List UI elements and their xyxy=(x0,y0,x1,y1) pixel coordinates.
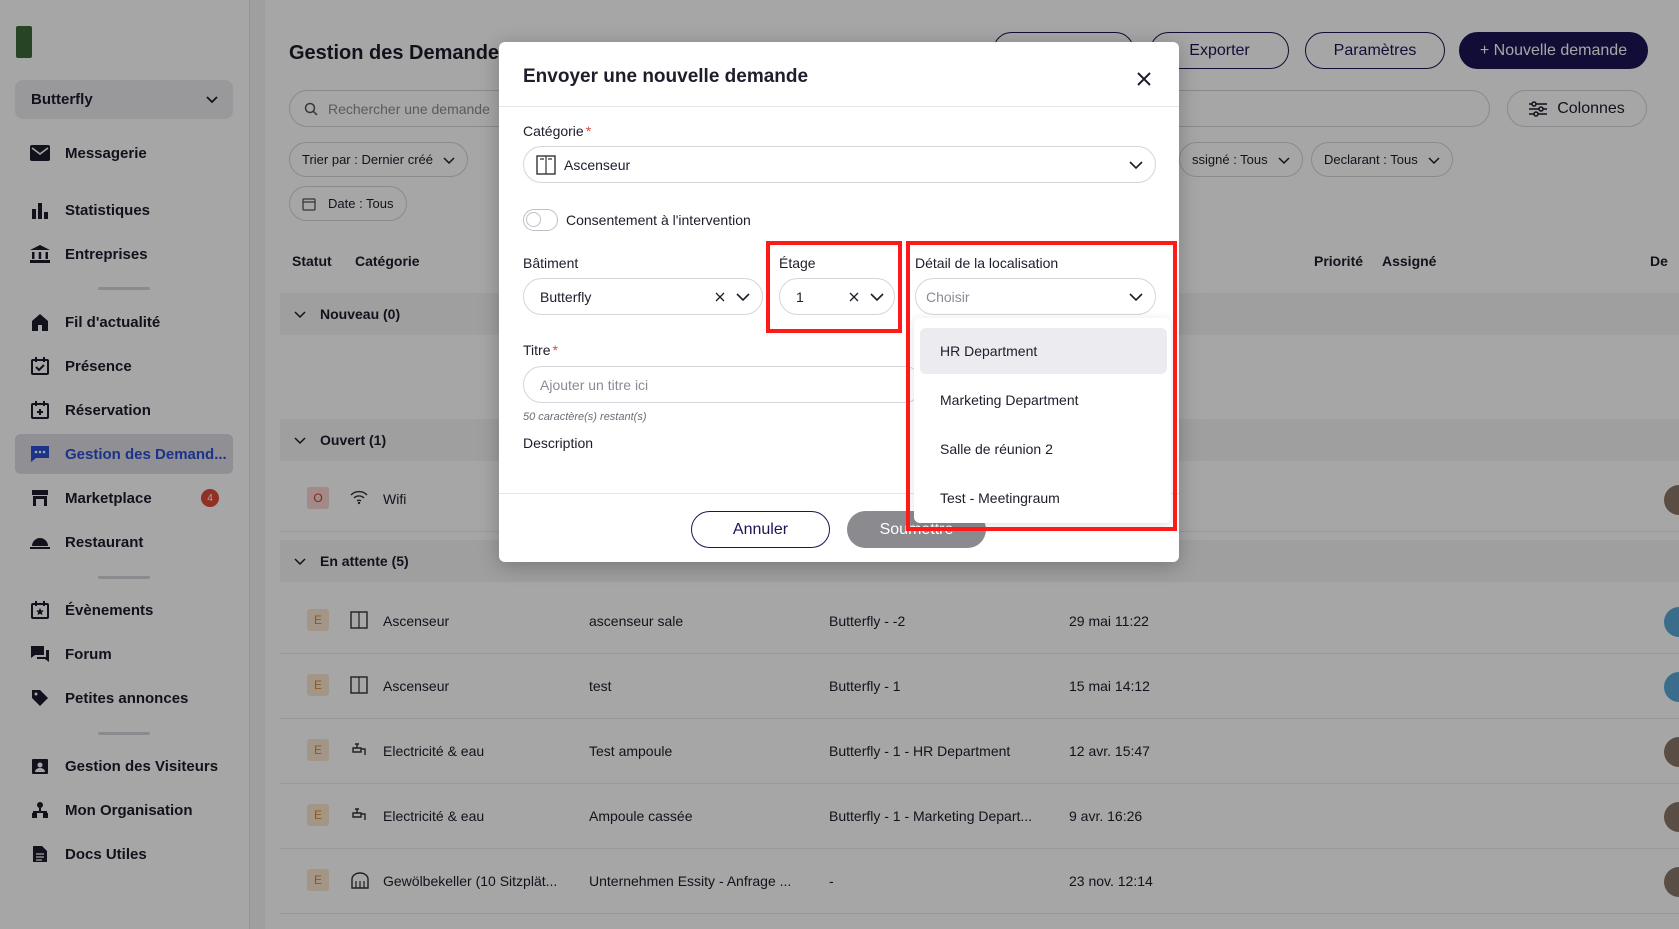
categorie-value: Ascenseur xyxy=(564,156,631,173)
batiment-label: Bâtiment xyxy=(523,255,579,271)
localisation-dropdown: HR Department Marketing Department Salle… xyxy=(914,318,1171,523)
option-marketing-department[interactable]: Marketing Department xyxy=(920,377,1167,423)
elevator-icon xyxy=(536,154,556,175)
batiment-value: Butterfly xyxy=(540,288,592,305)
divider xyxy=(499,106,1179,107)
modal-title: Envoyer une nouvelle demande xyxy=(523,66,809,87)
chevron-down-icon xyxy=(870,290,884,304)
option-hr-department[interactable]: HR Department xyxy=(920,328,1167,374)
chevron-down-icon xyxy=(736,290,750,304)
clear-icon[interactable] xyxy=(714,291,726,303)
chevron-down-icon xyxy=(1129,290,1143,304)
titre-label: Titre * xyxy=(523,342,558,358)
cancel-button[interactable]: Annuler xyxy=(691,511,830,548)
categorie-select[interactable]: Ascenseur xyxy=(523,146,1156,183)
consent-label: Consentement à l'intervention xyxy=(566,212,751,228)
detail-select[interactable]: Choisir xyxy=(915,278,1156,315)
categorie-label: Catégorie * xyxy=(523,123,592,139)
batiment-select[interactable]: Butterfly xyxy=(523,278,763,315)
option-salle-reunion-2[interactable]: Salle de réunion 2 xyxy=(920,426,1167,472)
close-icon[interactable] xyxy=(1133,68,1155,90)
chevron-down-icon xyxy=(1129,158,1143,172)
categorie-label-text: Catégorie xyxy=(523,123,584,139)
titre-char-count: 50 caractère(s) restant(s) xyxy=(523,411,647,423)
etage-select[interactable]: 1 xyxy=(779,278,895,315)
titre-label-text: Titre xyxy=(523,342,551,358)
clear-icon[interactable] xyxy=(848,291,860,303)
detail-label: Détail de la localisation xyxy=(915,255,1059,271)
titre-placeholder: Ajouter un titre ici xyxy=(540,376,649,393)
titre-input[interactable]: Ajouter un titre ici xyxy=(523,366,923,403)
detail-placeholder: Choisir xyxy=(926,288,970,305)
consent-toggle[interactable] xyxy=(523,209,558,231)
toggle-knob xyxy=(526,212,541,227)
option-test-meetingraum[interactable]: Test - Meetingraum xyxy=(920,475,1167,521)
etage-label: Étage xyxy=(779,255,816,271)
description-label: Description xyxy=(523,435,594,451)
etage-value: 1 xyxy=(796,288,804,305)
